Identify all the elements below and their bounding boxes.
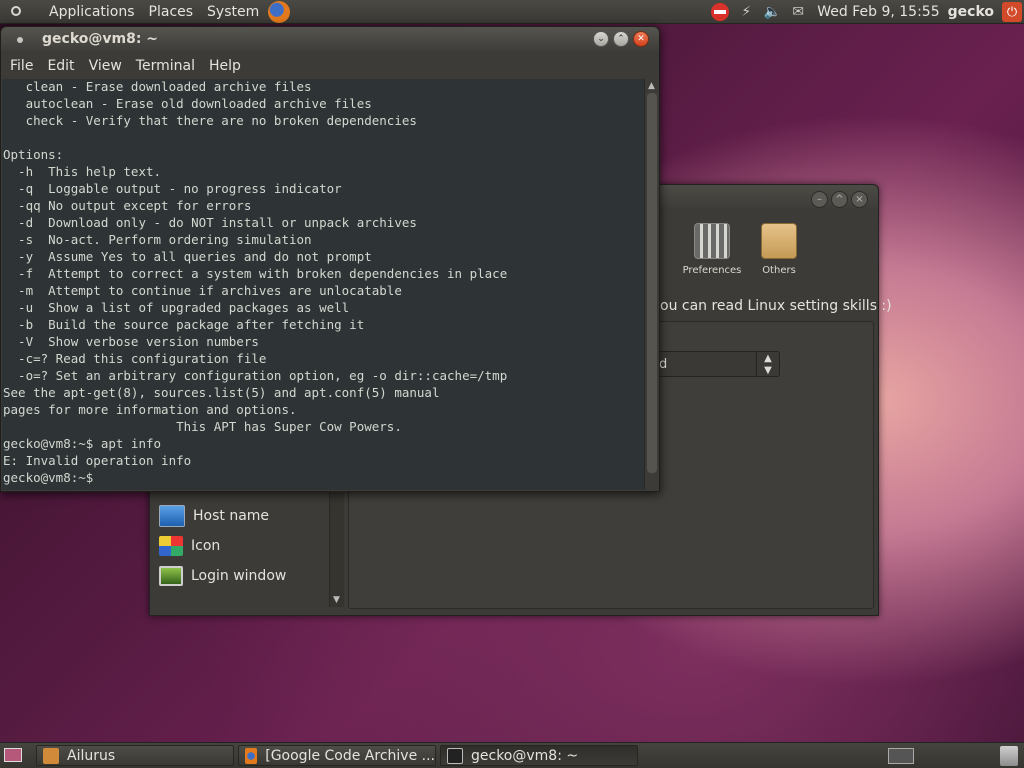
others-icon: [761, 223, 797, 259]
scroll-thumb[interactable]: [647, 93, 657, 473]
trash-icon[interactable]: [1000, 746, 1018, 766]
firefox-launcher-icon[interactable]: [268, 0, 291, 23]
terminal-window-buttons: ⌄ ⌃ ✕: [593, 31, 649, 47]
close-button[interactable]: ✕: [633, 31, 649, 47]
terminal-icon: [447, 747, 463, 764]
category-others[interactable]: Others: [747, 223, 811, 276]
workspace-switcher-icon[interactable]: [888, 748, 914, 764]
settings-window-buttons: – ^ ×: [811, 191, 868, 208]
terminal-window: gecko@vm8: ~ ⌄ ⌃ ✕ File Edit View Termin…: [0, 26, 660, 492]
sidebar-item-login-window[interactable]: Login window: [159, 563, 286, 589]
combo-value: d: [659, 357, 668, 372]
close-button[interactable]: ×: [851, 191, 868, 208]
terminal-line: This APT has Super Cow Powers.: [3, 419, 402, 434]
terminal-line: See the apt-get(8), sources.list(5) and …: [3, 385, 440, 400]
category-label: Preferences: [682, 265, 742, 276]
tagline: ou can read Linux setting skills :): [660, 298, 892, 314]
scroll-down-icon[interactable]: ▼: [333, 595, 340, 605]
menu-terminal[interactable]: Terminal: [129, 58, 202, 74]
sidebar-item-label: Host name: [193, 508, 270, 524]
scroll-up-icon[interactable]: ▲: [648, 81, 655, 91]
network-icon[interactable]: ⚡: [735, 2, 757, 22]
minimize-button[interactable]: ⌄: [593, 31, 609, 47]
terminal-line: Options:: [3, 147, 64, 162]
window-title: gecko@vm8: ~: [42, 31, 159, 47]
menu-file[interactable]: File: [3, 58, 40, 74]
sidebar-item-label: Icon: [191, 538, 221, 554]
terminal-line: autoclean - Erase old downloaded archive…: [3, 96, 372, 111]
terminal-line: -m Attempt to continue if archives are u…: [3, 283, 402, 298]
terminal-scrollbar[interactable]: ▲: [644, 79, 659, 490]
system-tray: ⚡ 🔈 ✉ Wed Feb 9, 15:55 gecko ⏻: [707, 0, 1024, 24]
terminal-line: -s No-act. Perform ordering simulation: [3, 232, 312, 247]
settings-combo[interactable]: d ▲ ▼: [650, 351, 780, 377]
settings-sidebar: Host name Icon Login window: [153, 483, 329, 607]
terminal-line: -d Download only - do NOT install or unp…: [3, 215, 417, 230]
no-entry-icon[interactable]: [709, 2, 731, 22]
terminal-line: -c=? Read this configuration file: [3, 351, 267, 366]
top-panel: Applications Places System ⚡ 🔈 ✉ Wed Feb…: [0, 0, 1024, 24]
terminal-line: -V Show verbose version numbers: [3, 334, 259, 349]
show-desktop-icon[interactable]: [4, 748, 22, 762]
terminal-line: -y Assume Yes to all queries and do not …: [3, 249, 372, 264]
terminal-line: -qq No output except for errors: [3, 198, 252, 213]
power-icon[interactable]: ⏻: [1002, 2, 1022, 22]
sidebar-scrollbar[interactable]: ▼: [329, 483, 344, 607]
sidebar-item-label: Login window: [191, 568, 287, 584]
minimize-button[interactable]: –: [811, 191, 828, 208]
terminal-line: clean - Erase downloaded archive files: [3, 79, 312, 94]
task-label: Ailurus: [67, 747, 116, 764]
terminal-output[interactable]: clean - Erase downloaded archive files a…: [2, 79, 644, 490]
terminal-line: gecko@vm8:~$: [3, 470, 101, 485]
sidebar-item-host-name[interactable]: Host name: [159, 503, 269, 529]
terminal-text: clean - Erase downloaded archive files a…: [2, 79, 644, 486]
menu-view[interactable]: View: [82, 58, 129, 74]
login-screen-icon: [159, 566, 183, 586]
volume-icon[interactable]: 🔈: [761, 2, 783, 22]
task-browser[interactable]: [Google Code Archive ...: [238, 745, 436, 766]
maximize-button[interactable]: ⌃: [613, 31, 629, 47]
terminal-line: -q Loggable output - no progress indicat…: [3, 181, 342, 196]
terminal-line: -f Attempt to correct a system with brok…: [3, 266, 508, 281]
category-label: Others: [762, 265, 796, 276]
places-menu[interactable]: Places: [142, 4, 201, 20]
terminal-line: gecko@vm8:~$ apt info: [3, 436, 162, 451]
preferences-icon: [694, 223, 730, 259]
terminal-line: -o=? Set an arbitrary configuration opti…: [3, 368, 508, 383]
menu-help[interactable]: Help: [202, 58, 248, 74]
category-preferences[interactable]: Preferences: [680, 223, 744, 276]
terminal-line: -u Show a list of upgraded packages as w…: [3, 300, 350, 315]
combo-arrows-icon: ▲ ▼: [756, 352, 779, 377]
clock[interactable]: Wed Feb 9, 15:55: [817, 4, 939, 20]
monitor-icon: [159, 505, 185, 527]
menu-edit[interactable]: Edit: [40, 58, 81, 74]
terminal-line: E: Invalid operation info: [3, 453, 192, 468]
main-menu: Applications Places System: [0, 0, 291, 24]
task-ailurus[interactable]: Ailurus: [36, 745, 234, 766]
firefox-icon: [245, 747, 258, 764]
icon-grid-icon: [159, 536, 183, 556]
applications-menu[interactable]: Applications: [42, 4, 142, 20]
maximize-button[interactable]: ^: [831, 191, 848, 208]
terminal-menubar: File Edit View Terminal Help: [1, 53, 659, 79]
terminal-titlebar[interactable]: gecko@vm8: ~ ⌄ ⌃ ✕: [1, 27, 659, 53]
terminal-line: -b Build the source package after fetchi…: [3, 317, 365, 332]
terminal-line: -h This help text.: [3, 164, 162, 179]
task-label: [Google Code Archive ...: [265, 747, 435, 764]
user-menu[interactable]: gecko: [948, 4, 994, 20]
window-menu-icon[interactable]: [17, 37, 23, 43]
terminal-line: pages for more information and options.: [3, 402, 297, 417]
ubuntu-logo-icon: [8, 3, 40, 21]
task-terminal[interactable]: gecko@vm8: ~: [440, 745, 638, 766]
mail-icon[interactable]: ✉: [787, 2, 809, 22]
terminal-line: check - Verify that there are no broken …: [3, 113, 417, 128]
task-label: gecko@vm8: ~: [471, 747, 579, 764]
ailurus-icon: [43, 747, 59, 764]
system-menu[interactable]: System: [200, 4, 266, 20]
bottom-panel: Ailurus [Google Code Archive ... gecko@v…: [0, 742, 1024, 768]
sidebar-item-icon[interactable]: Icon: [159, 533, 220, 559]
